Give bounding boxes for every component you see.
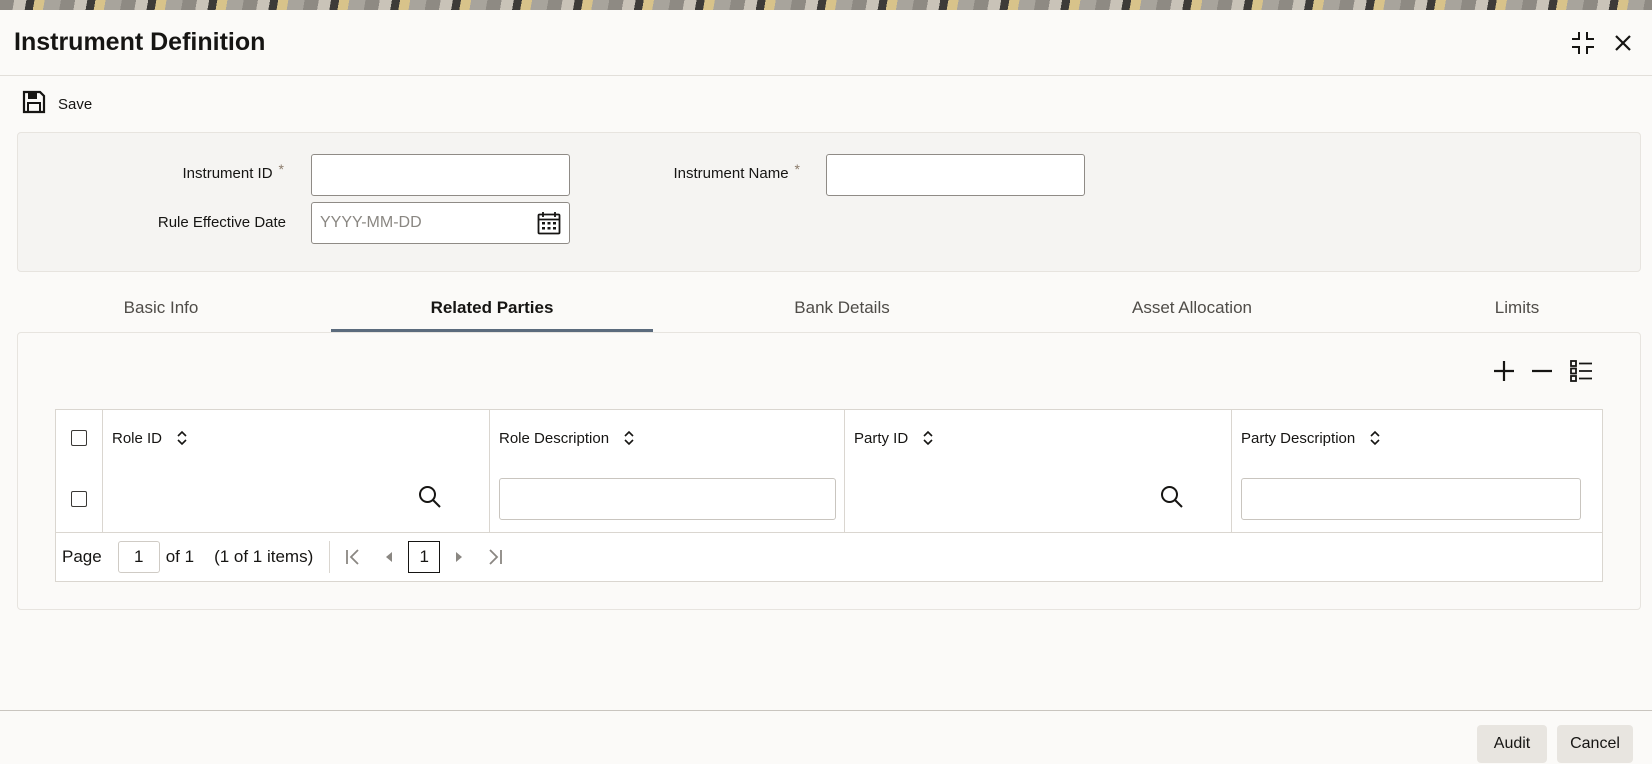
header-banner-strip [0,0,1652,10]
compress-icon[interactable] [1568,28,1598,58]
pagination-bar: Page 1 of 1 (1 of 1 items) 1 [56,532,1602,581]
tab-bank-details[interactable]: Bank Details [742,286,942,330]
add-icon [1492,359,1516,388]
party-id-cell[interactable] [845,466,1232,532]
add-row-button[interactable] [1489,358,1519,388]
rule-effective-date-label: Rule Effective Date [157,214,286,231]
table-row [56,466,1602,533]
next-page-icon[interactable] [442,541,476,573]
tab-related-parties[interactable]: Related Parties [331,286,653,332]
column-label: Party ID [854,429,909,447]
search-icon[interactable] [1159,484,1185,510]
page-title: Instrument Definition [14,28,266,56]
remove-icon [1530,359,1554,388]
required-marker: * [794,161,800,177]
related-parties-table: Role ID Role Description Party ID Party … [55,409,1603,582]
title-bar: Instrument Definition [0,10,1652,76]
calendar-icon[interactable] [536,210,562,236]
tab-basic-info[interactable]: Basic Info [60,286,262,330]
previous-page-icon[interactable] [372,541,406,573]
required-marker: * [278,161,284,177]
instrument-id-field[interactable] [311,154,570,196]
instrument-name-label: Instrument Name * [673,161,801,182]
page-count-label: of 1 [165,546,195,566]
column-list-icon [1569,359,1593,388]
current-page-button[interactable]: 1 [408,540,441,573]
sort-icon[interactable] [623,430,635,446]
tab-limits[interactable]: Limits [1466,286,1568,330]
column-label: Role Description [499,429,610,447]
row-checkbox[interactable] [71,491,87,507]
table-header: Role ID Role Description Party ID Party … [56,410,1602,467]
items-count-label: (1 of 1 items) [214,546,314,566]
last-page-icon[interactable] [478,541,512,573]
save-icon [22,90,46,119]
tab-asset-allocation[interactable]: Asset Allocation [1090,286,1294,330]
search-icon[interactable] [417,484,443,510]
role-id-column-header[interactable]: Role ID [103,410,490,466]
instrument-name-field[interactable] [826,154,1085,196]
role-description-column-header[interactable]: Role Description [490,410,845,466]
party-description-column-header[interactable]: Party Description [1232,410,1602,466]
sort-icon[interactable] [922,430,934,446]
sort-icon[interactable] [176,430,188,446]
page-label: Page [62,546,102,566]
role-description-cell [490,466,845,532]
save-label: Save [58,95,93,113]
pager-divider [329,540,331,573]
party-id-column-header[interactable]: Party ID [845,410,1232,466]
select-all-cell [56,410,103,466]
single-record-view-button[interactable] [1566,358,1596,388]
first-page-icon[interactable] [336,541,370,573]
party-description-input[interactable] [1241,478,1581,520]
page-number-input[interactable]: 1 [117,540,160,573]
party-description-cell [1232,466,1602,532]
role-description-input[interactable] [499,478,836,520]
sort-icon[interactable] [1369,430,1381,446]
rule-effective-date-field[interactable] [311,202,570,244]
audit-button[interactable]: Audit [1477,725,1547,763]
save-button[interactable]: Save [22,90,92,118]
role-id-cell[interactable] [103,466,490,532]
cancel-button[interactable]: Cancel [1557,725,1633,763]
footer-bar: Audit Cancel [0,710,1652,764]
instrument-id-label: Instrument ID * [182,161,284,182]
row-select-cell [56,466,103,532]
column-label: Role ID [112,429,163,447]
close-icon[interactable] [1608,28,1638,58]
select-all-checkbox[interactable] [71,430,87,446]
header-form-panel [17,132,1641,272]
remove-row-button[interactable] [1527,358,1557,388]
column-label: Party Description [1241,429,1356,447]
tab-strip: Basic Info Related Parties Bank Details … [0,286,1652,332]
